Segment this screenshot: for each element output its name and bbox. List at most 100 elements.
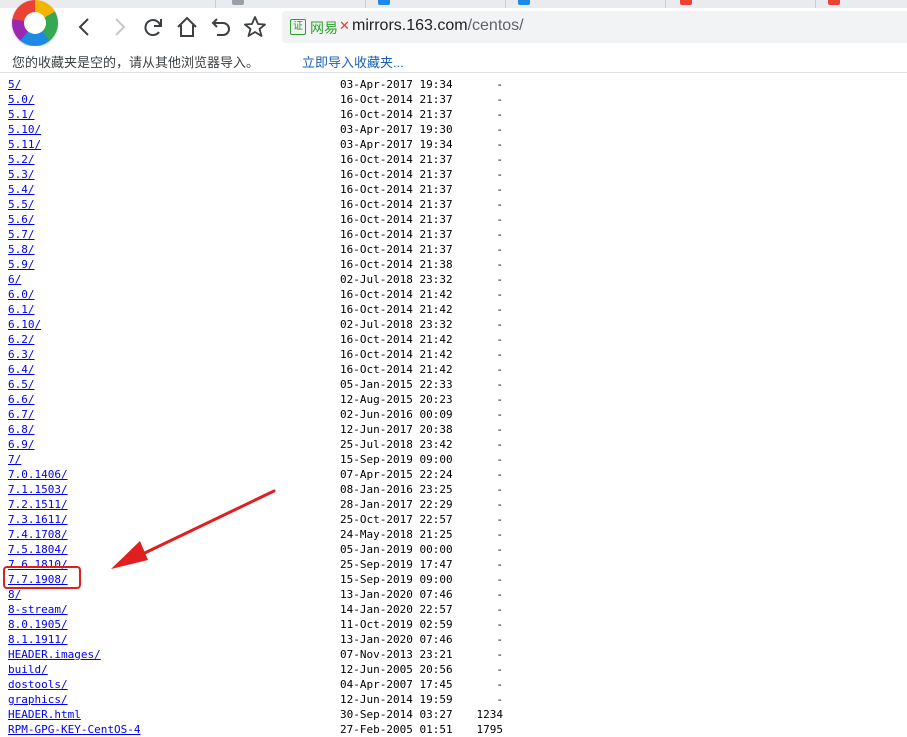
home-button[interactable] — [174, 14, 200, 40]
file-link[interactable]: 6.3/ — [8, 347, 35, 362]
modified-date: 15-Sep-2019 09:00 — [340, 453, 453, 466]
browser-tab[interactable] — [215, 0, 366, 8]
modified-date: 16-Oct-2014 21:42 — [340, 333, 453, 346]
modified-date: 16-Oct-2014 21:37 — [340, 243, 453, 256]
forward-button[interactable] — [106, 14, 132, 40]
table-row: 5/03-Apr-2017 19:34 - — [0, 77, 907, 92]
file-link[interactable]: 7.1.1503/ — [8, 482, 68, 497]
import-bookmarks-link[interactable]: 立即导入收藏夹... — [302, 52, 404, 71]
file-size: - — [496, 333, 503, 346]
file-link[interactable]: 8.1.1911/ — [8, 632, 68, 647]
file-link[interactable]: 5.4/ — [8, 182, 35, 197]
undo-close-button[interactable] — [208, 14, 234, 40]
browser-logo-icon[interactable] — [12, 0, 58, 46]
modified-date: 16-Oct-2014 21:37 — [340, 183, 453, 196]
file-link[interactable]: 8/ — [8, 587, 21, 602]
table-row: 7.5.1804/05-Jan-2019 00:00 - — [0, 542, 907, 557]
browser-tab[interactable] — [505, 0, 666, 8]
file-size: - — [496, 468, 503, 481]
file-link[interactable]: 6.5/ — [8, 377, 35, 392]
file-link[interactable]: 6.6/ — [8, 392, 35, 407]
url-path: /centos/ — [467, 17, 524, 34]
file-size: - — [496, 168, 503, 181]
forward-icon — [115, 18, 126, 36]
file-link[interactable]: HEADER.images/ — [8, 647, 101, 662]
file-link[interactable]: 7.3.1611/ — [8, 512, 68, 527]
table-row: 7.2.1511/28-Jan-2017 22:29 - — [0, 497, 907, 512]
file-size: - — [496, 303, 503, 316]
table-row: 6.4/16-Oct-2014 21:42 - — [0, 362, 907, 377]
file-link[interactable]: 5.5/ — [8, 197, 35, 212]
file-link[interactable]: 5.8/ — [8, 242, 35, 257]
modified-date: 08-Jan-2016 23:25 — [340, 483, 453, 496]
file-link[interactable]: graphics/ — [8, 692, 68, 707]
file-size: - — [496, 378, 503, 391]
reload-button[interactable] — [140, 14, 166, 40]
modified-date: 04-Apr-2007 17:45 — [340, 678, 453, 691]
modified-date: 12-Jun-2005 20:56 — [340, 663, 453, 676]
file-link[interactable]: 5.0/ — [8, 92, 35, 107]
file-link[interactable]: 5.2/ — [8, 152, 35, 167]
table-row: 5.0/16-Oct-2014 21:37 - — [0, 92, 907, 107]
table-row: HEADER.html 30-Sep-2014 03:27 1234 — [0, 707, 907, 722]
file-link[interactable]: 8.0.1905/ — [8, 617, 68, 632]
secure-certificate-icon[interactable]: 证 — [290, 19, 306, 35]
file-link[interactable]: 5.6/ — [8, 212, 35, 227]
modified-date: 16-Oct-2014 21:37 — [340, 198, 453, 211]
file-link[interactable]: 7.5.1804/ — [8, 542, 68, 557]
file-link[interactable]: 7/ — [8, 452, 21, 467]
file-link[interactable]: 6.7/ — [8, 407, 35, 422]
modified-date: 07-Apr-2015 22:24 — [340, 468, 453, 481]
table-row: 7.3.1611/25-Oct-2017 22:57 - — [0, 512, 907, 527]
file-link[interactable]: 6.9/ — [8, 437, 35, 452]
file-link[interactable]: 6.0/ — [8, 287, 35, 302]
file-size: 1795 — [476, 723, 504, 736]
table-row: 6.5/05-Jan-2015 22:33 - — [0, 377, 907, 392]
file-link[interactable]: dostools/ — [8, 677, 68, 692]
modified-date: 28-Jan-2017 22:29 — [340, 498, 453, 511]
table-row: 7/15-Sep-2019 09:00 - — [0, 452, 907, 467]
table-row: 6.9/25-Jul-2018 23:42 - — [0, 437, 907, 452]
modified-date: 16-Oct-2014 21:37 — [340, 168, 453, 181]
file-link[interactable]: 6.1/ — [8, 302, 35, 317]
file-size: - — [496, 363, 503, 376]
file-size: - — [496, 588, 503, 601]
file-link[interactable]: 6/ — [8, 272, 21, 287]
file-link[interactable]: HEADER.html — [8, 707, 81, 722]
file-link[interactable]: 5.9/ — [8, 257, 35, 272]
modified-date: 16-Oct-2014 21:37 — [340, 108, 453, 121]
file-link[interactable]: 5.10/ — [8, 122, 41, 137]
table-row: 7.4.1708/24-May-2018 21:25 - — [0, 527, 907, 542]
browser-tab[interactable] — [365, 0, 506, 8]
home-icon — [177, 16, 197, 37]
file-link[interactable]: 5.3/ — [8, 167, 35, 182]
back-button[interactable] — [72, 14, 98, 40]
file-size: - — [496, 603, 503, 616]
modified-date: 16-Oct-2014 21:42 — [340, 348, 453, 361]
file-link[interactable]: 8-stream/ — [8, 602, 68, 617]
file-size: - — [496, 663, 503, 676]
file-link[interactable]: 7.0.1406/ — [8, 467, 68, 482]
file-link[interactable]: 6.8/ — [8, 422, 35, 437]
table-row: 8.1.1911/13-Jan-2020 07:46 - — [0, 632, 907, 647]
browser-tab[interactable] — [665, 0, 816, 8]
shield-blocked-icon[interactable]: ✕ — [339, 18, 350, 34]
file-link[interactable]: build/ — [8, 662, 48, 677]
file-link[interactable]: 6.4/ — [8, 362, 35, 377]
bookmark-star-button[interactable] — [242, 14, 268, 40]
file-link[interactable]: 5/ — [8, 77, 21, 92]
table-row: 6.1/16-Oct-2014 21:42 - — [0, 302, 907, 317]
file-link[interactable]: 7.2.1511/ — [8, 497, 68, 512]
browser-toolbar: 证 网易 ✕ mirrors.163.com/centos/ — [0, 0, 907, 46]
file-link[interactable]: 5.1/ — [8, 107, 35, 122]
file-link[interactable]: RPM-GPG-KEY-CentOS-4 — [8, 722, 140, 737]
file-link[interactable]: 7.4.1708/ — [8, 527, 68, 542]
modified-date: 15-Sep-2019 09:00 — [340, 573, 453, 586]
file-link[interactable]: 5.7/ — [8, 227, 35, 242]
file-link[interactable]: 6.2/ — [8, 332, 35, 347]
address-bar[interactable]: 证 网易 ✕ mirrors.163.com/centos/ — [282, 11, 907, 43]
url-text[interactable]: mirrors.163.com/centos/ — [352, 17, 524, 35]
file-link[interactable]: 6.10/ — [8, 317, 41, 332]
file-link[interactable]: 5.11/ — [8, 137, 41, 152]
modified-date: 16-Oct-2014 21:37 — [340, 228, 453, 241]
